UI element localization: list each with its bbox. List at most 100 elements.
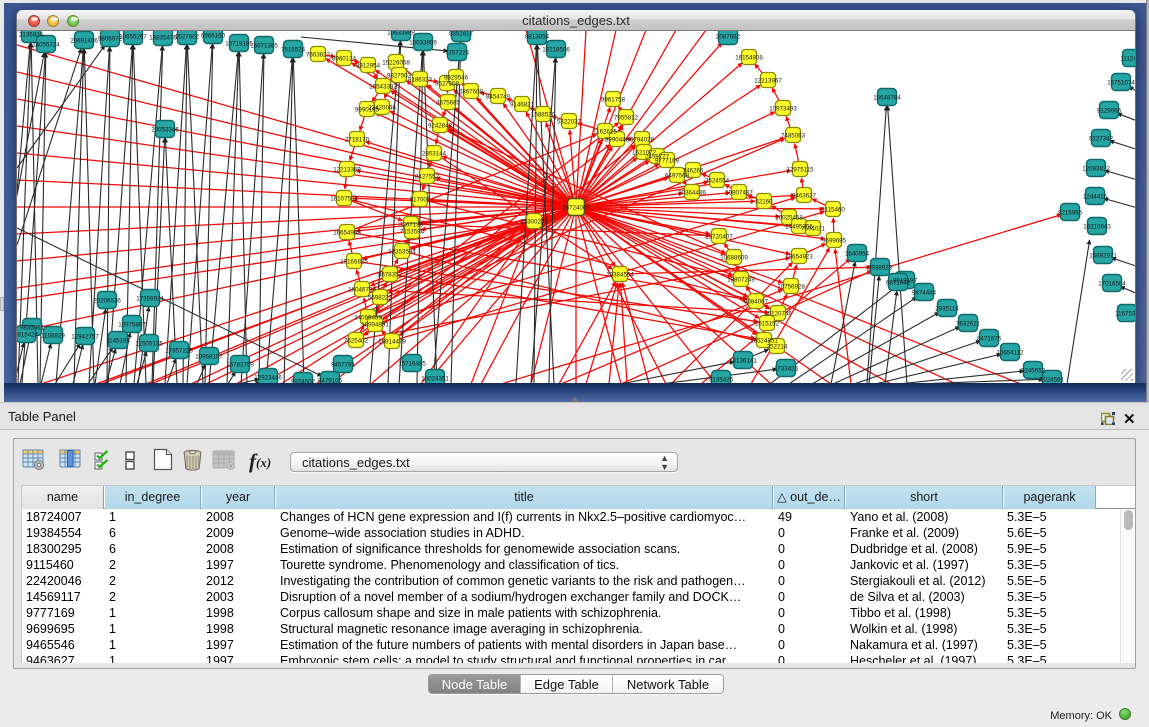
svg-text:14055724: 14055724 — [32, 41, 60, 48]
svg-text:9474444: 9474444 — [912, 289, 937, 296]
svg-text:1527602: 1527602 — [175, 33, 200, 40]
svg-text:9829546: 9829546 — [444, 74, 469, 81]
svg-text:9146821: 9146821 — [510, 101, 535, 108]
svg-text:2935114: 2935114 — [935, 305, 959, 312]
svg-text:10973493: 10973493 — [769, 105, 797, 112]
svg-text:10975867: 10975867 — [118, 321, 146, 328]
svg-text:10654112: 10654112 — [996, 349, 1024, 356]
svg-text:1733426: 1733426 — [774, 365, 799, 372]
svg-text:19166825: 19166825 — [340, 258, 368, 265]
svg-text:5322037: 5322037 — [557, 118, 582, 125]
svg-text:15720407: 15720407 — [705, 233, 733, 240]
svg-text:8215955: 8215955 — [1058, 209, 1083, 216]
svg-text:9242848: 9242848 — [428, 122, 453, 129]
svg-text:9463627: 9463627 — [792, 192, 817, 199]
svg-text:7625402: 7625402 — [344, 337, 369, 344]
svg-text:20053346: 20053346 — [151, 126, 179, 133]
svg-text:2867608: 2867608 — [459, 88, 484, 95]
svg-text:16543382: 16543382 — [369, 83, 397, 90]
svg-text:15692971: 15692971 — [1089, 252, 1117, 259]
svg-text:17359924: 17359924 — [136, 295, 164, 302]
svg-text:1112405: 1112405 — [1120, 55, 1135, 62]
svg-text:16654968: 16654968 — [333, 229, 361, 236]
svg-text:9135426: 9135426 — [709, 376, 734, 383]
svg-text:9129966: 9129966 — [1097, 107, 1122, 114]
svg-text:20691406: 20691406 — [70, 37, 98, 44]
svg-text:19654923: 19654923 — [785, 253, 813, 260]
svg-text:16648784: 16648784 — [873, 94, 901, 101]
svg-text:15716485: 15716485 — [398, 360, 426, 367]
svg-text:6497568: 6497568 — [665, 172, 690, 179]
svg-text:20206536: 20206536 — [93, 297, 121, 304]
svg-text:19218506: 19218506 — [542, 46, 570, 53]
svg-text:10807487: 10807487 — [725, 189, 753, 196]
svg-text:6966160: 6966160 — [201, 32, 226, 39]
svg-text:7663822: 7663822 — [306, 51, 331, 58]
svg-text:9115460: 9115460 — [821, 206, 845, 213]
svg-text:1615152: 1615152 — [755, 320, 780, 327]
svg-text:15226058: 15226058 — [382, 59, 410, 66]
svg-text:8471676: 8471676 — [977, 335, 1002, 342]
svg-text:10655267: 10655267 — [119, 33, 147, 40]
svg-text:17957225: 17957225 — [165, 347, 193, 354]
svg-text:3267130: 3267130 — [399, 221, 424, 228]
svg-text:8427552: 8427552 — [415, 173, 440, 180]
svg-text:12975115: 12975115 — [786, 166, 814, 173]
svg-text:16107552: 16107552 — [330, 195, 358, 202]
svg-text:16154808: 16154808 — [735, 54, 763, 61]
svg-text:10120746: 10120746 — [764, 310, 792, 317]
svg-text:20364436: 20364436 — [678, 189, 706, 196]
svg-text:12923446: 12923446 — [254, 374, 282, 381]
svg-text:7485063: 7485063 — [781, 132, 806, 139]
svg-text:2718170: 2718170 — [345, 136, 370, 143]
svg-text:16671385: 16671385 — [250, 42, 278, 49]
svg-text:7955812: 7955812 — [614, 114, 639, 121]
svg-text:1162615: 1162615 — [593, 128, 617, 135]
svg-text:12093822: 12093822 — [1082, 165, 1110, 172]
svg-text:8912954: 8912954 — [356, 62, 381, 69]
svg-text:10025458: 10025458 — [775, 214, 803, 221]
svg-text:3624554: 3624554 — [705, 177, 730, 184]
svg-text:1640954: 1640954 — [845, 250, 870, 257]
svg-text:9527508: 9527508 — [435, 80, 460, 87]
svg-text:8678352: 8678352 — [378, 271, 403, 278]
svg-text:19384554: 19384554 — [606, 271, 634, 278]
svg-text:1244415: 1244415 — [1083, 193, 1108, 200]
svg-text:17016504: 17016504 — [1098, 280, 1126, 287]
svg-text:9961758: 9961758 — [601, 96, 626, 103]
svg-text:(x): (x) — [256, 455, 271, 470]
svg-text:1145194: 1145194 — [106, 337, 130, 344]
svg-text:62160: 62160 — [755, 198, 773, 205]
svg-text:2087682: 2087682 — [716, 33, 741, 40]
svg-text:8454749: 8454749 — [486, 93, 511, 100]
svg-text:9777169: 9777169 — [655, 157, 680, 164]
svg-text:12505135: 12505135 — [135, 340, 163, 347]
svg-text:15751074: 15751074 — [1107, 79, 1135, 86]
svg-text:3915424: 3915424 — [17, 331, 39, 338]
svg-text:9227342: 9227342 — [1089, 135, 1114, 142]
svg-text:10633809: 10633809 — [387, 31, 415, 36]
svg-text:6871042: 6871042 — [886, 279, 911, 286]
svg-text:10958107: 10958107 — [195, 353, 223, 360]
svg-text:16210643: 16210643 — [1083, 223, 1111, 230]
svg-text:8352617: 8352617 — [449, 31, 474, 37]
svg-text:16914479: 16914479 — [378, 338, 406, 345]
svg-text:7515524: 7515524 — [281, 46, 306, 53]
svg-text:5938923: 5938923 — [868, 264, 893, 271]
svg-text:9084067: 9084067 — [744, 298, 769, 305]
svg-text:12353594: 12353594 — [388, 248, 416, 255]
svg-text:18724007: 18724007 — [562, 204, 590, 211]
svg-text:12942757: 12942757 — [71, 333, 99, 340]
svg-text:7632621: 7632621 — [956, 320, 981, 327]
svg-text:1588520: 1588520 — [531, 111, 556, 118]
svg-text:7594021: 7594021 — [801, 225, 826, 232]
svg-text:16033809: 16033809 — [409, 39, 437, 46]
svg-text:9245652: 9245652 — [1021, 367, 1046, 374]
svg-text:252214: 252214 — [767, 343, 788, 350]
svg-text:9699695: 9699695 — [822, 237, 847, 244]
svg-text:1024561: 1024561 — [1040, 376, 1065, 383]
svg-text:6794028: 6794028 — [630, 136, 655, 143]
svg-text:16046798: 16046798 — [348, 286, 376, 293]
svg-text:15300275: 15300275 — [520, 218, 548, 225]
svg-text:9835061: 9835061 — [20, 324, 45, 331]
